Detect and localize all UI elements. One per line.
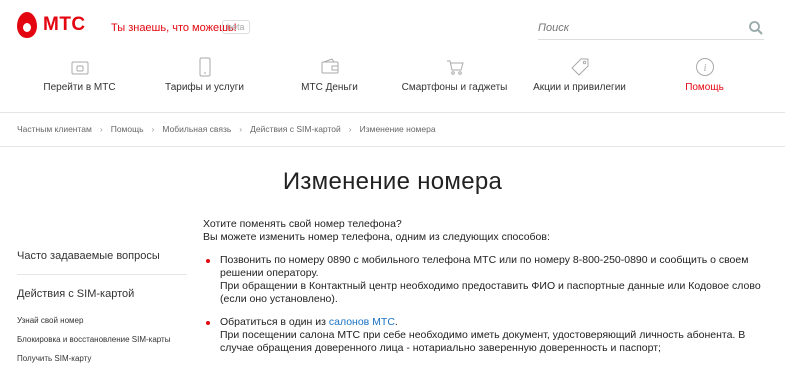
breadcrumb: Частным клиентам › Помощь › Мобильная св… (17, 124, 436, 134)
sim-icon (71, 61, 88, 75)
breadcrumb-separator: › (348, 124, 352, 134)
nav-item-smartphones[interactable]: Смартфоны и гаджеты (392, 52, 517, 108)
method-salon-suffix: . (394, 316, 398, 328)
nav-item-mts-money[interactable]: МТС Деньги (267, 52, 392, 108)
beta-badge: beta (222, 20, 250, 34)
sidebar-subitem-know-number[interactable]: Узнай свой номер (17, 316, 197, 325)
nav-label: Акции и привилегии (533, 82, 626, 93)
nav-item-tariffs[interactable]: Тарифы и услуги (142, 52, 267, 108)
method-salon-note: При посещении салона МТС при себе необхо… (220, 329, 746, 354)
breadcrumb-separator: › (239, 124, 243, 134)
mts-logo[interactable]: МТС (17, 12, 86, 38)
bullet-icon (206, 259, 210, 263)
breadcrumb-current: Изменение номера (359, 124, 436, 134)
sidebar-divider (17, 274, 187, 275)
info-icon: i (695, 58, 714, 76)
search-icon[interactable] (748, 20, 764, 36)
intro-text: Вы можете изменить номер телефона, одним… (203, 231, 550, 243)
breadcrumb-help[interactable]: Помощь (111, 124, 144, 134)
sidebar-subitem-get-sim[interactable]: Получить SIM-карту (17, 354, 197, 363)
salons-link[interactable]: салонов МТС (329, 316, 395, 328)
main-content: Хотите поменять свой номер телефона? Вы … (203, 218, 773, 365)
tag-icon (570, 58, 588, 76)
divider (0, 112, 785, 113)
breadcrumb-separator: › (151, 124, 155, 134)
intro-question: Хотите поменять свой номер телефона? (203, 218, 402, 230)
breadcrumb-separator: › (99, 124, 103, 134)
nav-label: Перейти в МТС (43, 82, 116, 93)
sidebar: Часто задаваемые вопросы Действия с SIM-… (17, 250, 197, 373)
breadcrumb-private-clients[interactable]: Частным клиентам (17, 124, 92, 134)
nav-item-help[interactable]: i Помощь (642, 52, 767, 108)
wallet-icon (321, 58, 338, 74)
method-salon: Обратиться в один из салонов МТС. При по… (203, 316, 773, 355)
sidebar-subitem-block-restore[interactable]: Блокировка и восстановление SIM-карты (17, 335, 197, 344)
nav-label: Помощь (685, 82, 724, 93)
nav-label: Смартфоны и гаджеты (401, 82, 508, 93)
nav-item-promotions[interactable]: Акции и привилегии (517, 52, 642, 108)
search-input[interactable] (538, 18, 738, 38)
method-call-text: Позвонить по номеру 0890 с мобильного те… (220, 254, 749, 279)
page-title: Изменение номера (282, 168, 503, 195)
nav-item-go-to-mts[interactable]: Перейти в МТС (17, 52, 142, 108)
breadcrumb-mobile[interactable]: Мобильная связь (162, 124, 231, 134)
search-box (538, 18, 764, 40)
main-nav: Перейти в МТС Тарифы и услуги МТС Деньги… (0, 52, 785, 108)
nav-label: МТС Деньги (301, 82, 358, 93)
top-bar: МТС Ты знаешь, что можешь! beta (0, 0, 785, 50)
logo-text: МТС (43, 14, 86, 35)
method-salon-prefix: Обратиться в один из (220, 316, 329, 328)
method-salon-text: Обратиться в один из салонов МТС. (220, 316, 773, 329)
slogan: Ты знаешь, что можешь! (111, 22, 237, 34)
divider (0, 146, 785, 147)
method-call: Позвонить по номеру 0890 с мобильного те… (203, 254, 773, 306)
svg-text:i: i (703, 63, 706, 74)
bullet-icon (206, 321, 210, 325)
method-call-note: При обращении в Контактный центр необход… (220, 280, 761, 305)
sidebar-item-sim-actions[interactable]: Действия с SIM-картой (17, 288, 197, 300)
mts-egg-icon (17, 12, 37, 38)
nav-label: Тарифы и услуги (165, 82, 244, 93)
phone-icon (199, 57, 210, 77)
sidebar-item-faq[interactable]: Часто задаваемые вопросы (17, 250, 197, 262)
breadcrumb-sim-actions[interactable]: Действия с SIM-картой (250, 124, 341, 134)
cart-icon (446, 60, 464, 75)
intro: Хотите поменять свой номер телефона? Вы … (203, 218, 773, 244)
